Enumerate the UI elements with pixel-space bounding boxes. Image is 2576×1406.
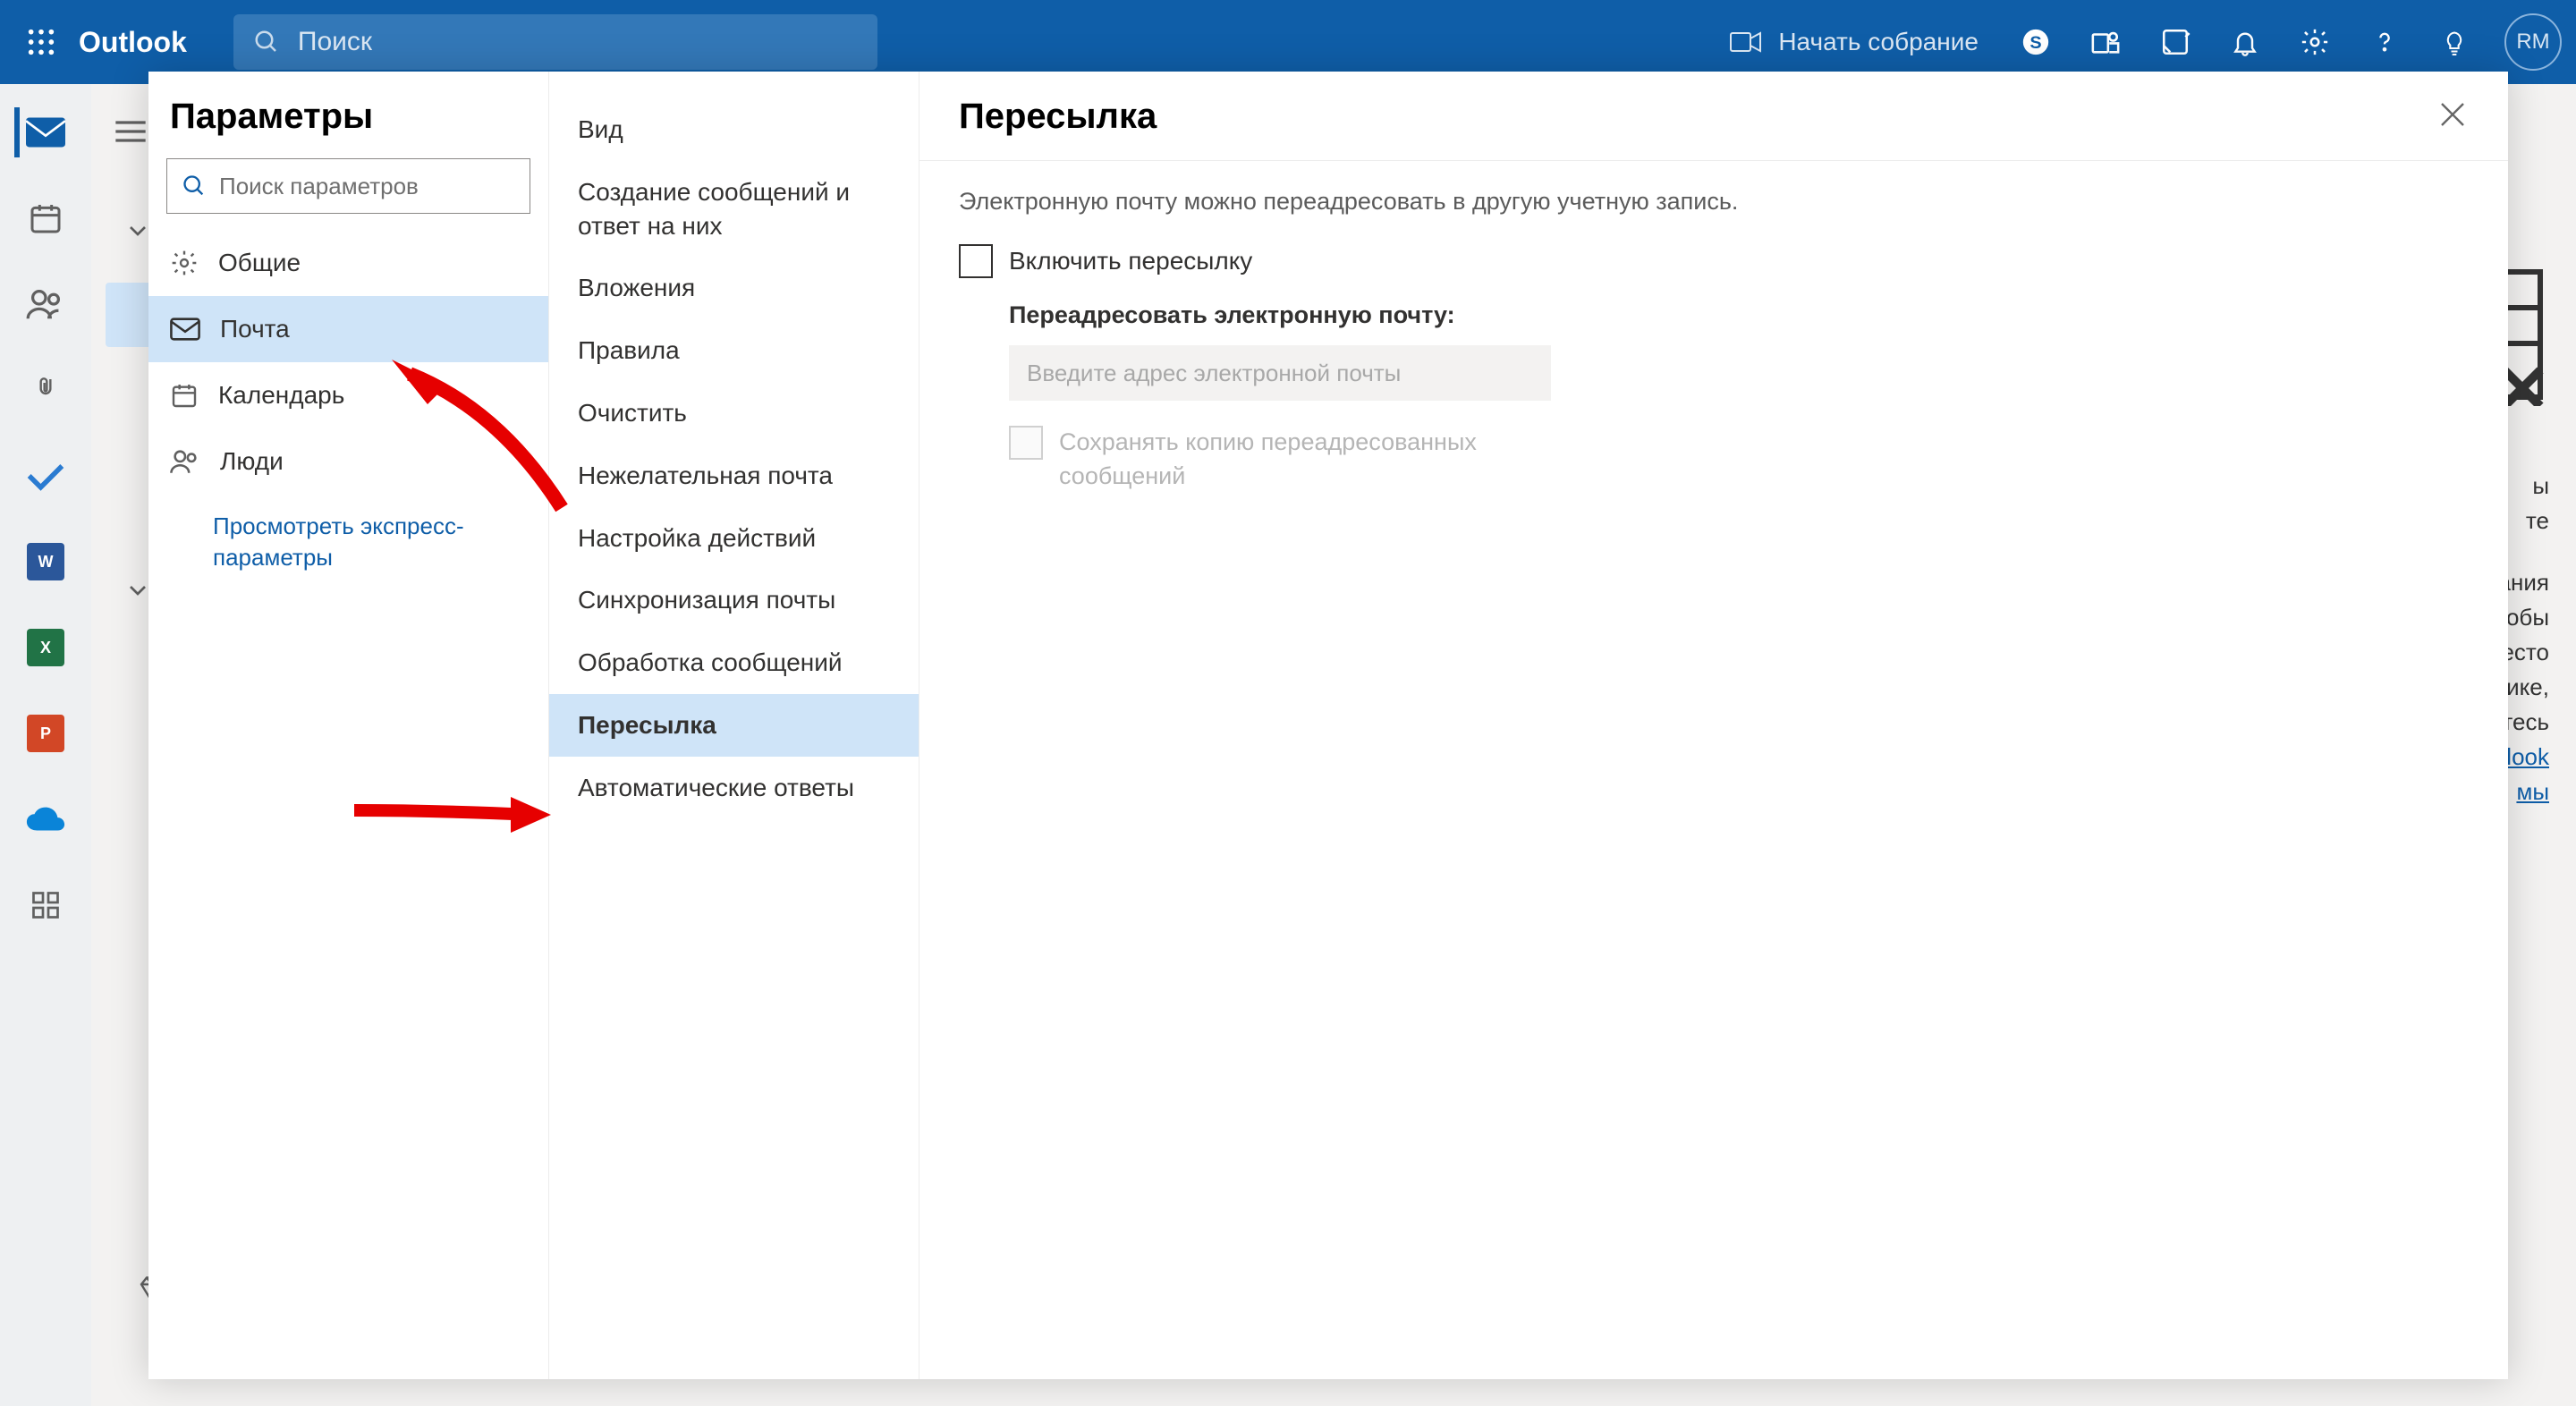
rail-powerpoint-icon[interactable]: P (14, 708, 77, 758)
subnav-customize[interactable]: Настройка действий (549, 507, 919, 570)
rail-more-apps-icon[interactable] (14, 880, 77, 930)
people-icon (170, 448, 200, 475)
settings-detail-pane: Пересылка Электронную почту можно переад… (919, 72, 2508, 1379)
subnav-junk[interactable]: Нежелательная почта (549, 445, 919, 507)
forward-to-label: Переадресовать электронную почту: (1009, 301, 2469, 329)
keep-copy-label: Сохранять копию переадресованных сообщен… (1059, 426, 1524, 494)
nav-collapse-icon[interactable] (113, 118, 148, 149)
search-box[interactable]: Поиск (233, 14, 877, 70)
app-launcher-icon[interactable] (14, 15, 68, 69)
rail-excel-icon[interactable]: X (14, 623, 77, 673)
enable-forwarding-label: Включить пересылку (1009, 247, 1252, 275)
brand-label[interactable]: Outlook (79, 26, 187, 59)
subnav-compose[interactable]: Создание сообщений и ответ на них (549, 161, 919, 258)
help-icon[interactable] (2358, 15, 2411, 69)
search-placeholder: Поиск (298, 27, 372, 57)
account-avatar[interactable]: RM (2504, 13, 2562, 71)
subnav-attachments[interactable]: Вложения (549, 257, 919, 319)
settings-title: Параметры (148, 97, 548, 158)
calendar-icon (170, 381, 199, 410)
subnav-autoreply[interactable]: Автоматические ответы (549, 757, 919, 819)
category-calendar[interactable]: Календарь (148, 362, 548, 428)
enable-forwarding-checkbox[interactable] (959, 244, 993, 278)
subnav-forwarding[interactable]: Пересылка (549, 694, 919, 757)
header-right: Начать собрание S RM (1716, 13, 2562, 71)
subnav-layout[interactable]: Вид (549, 98, 919, 161)
svg-text:S: S (2029, 33, 2041, 53)
rail-calendar-icon[interactable] (14, 193, 77, 243)
skype-icon[interactable]: S (2009, 15, 2063, 69)
search-icon (182, 174, 207, 199)
settings-categories: Параметры Поиск параметров Общие Почта К… (148, 72, 549, 1379)
tips-icon[interactable] (2428, 15, 2481, 69)
start-meeting-button[interactable]: Начать собрание (1716, 21, 1993, 64)
video-icon (1730, 30, 1762, 55)
search-icon (253, 29, 280, 55)
close-icon[interactable] (2436, 98, 2476, 138)
enable-forwarding-row: Включить пересылку (959, 244, 2469, 278)
pane-title: Пересылка (959, 97, 2469, 137)
settings-icon[interactable] (2288, 15, 2342, 69)
subnav-rules[interactable]: Правила (549, 319, 919, 382)
gear-icon (170, 249, 199, 277)
keep-copy-checkbox (1009, 426, 1043, 460)
rail-todo-icon[interactable] (14, 451, 77, 501)
quick-settings-link[interactable]: Просмотреть экспресс-параметры (148, 495, 548, 573)
rail-word-icon[interactable]: W (14, 537, 77, 587)
category-people[interactable]: Люди (148, 428, 548, 495)
pane-description: Электронную почту можно переадресовать в… (959, 188, 2469, 216)
rail-people-icon[interactable] (14, 279, 77, 329)
rail-onedrive-icon[interactable] (14, 794, 77, 844)
category-mail[interactable]: Почта (148, 296, 548, 362)
notes-icon[interactable] (2148, 15, 2202, 69)
settings-search-input[interactable]: Поиск параметров (166, 158, 530, 214)
subnav-sync[interactable]: Синхронизация почты (549, 569, 919, 631)
settings-subnav: Вид Создание сообщений и ответ на них Вл… (549, 72, 919, 1379)
settings-dialog: Параметры Поиск параметров Общие Почта К… (148, 72, 2508, 1379)
category-general[interactable]: Общие (148, 230, 548, 296)
subnav-handling[interactable]: Обработка сообщений (549, 631, 919, 694)
notifications-icon[interactable] (2218, 15, 2272, 69)
mail-icon (170, 318, 200, 341)
rail-mail-icon[interactable] (14, 107, 77, 157)
promo-link-plans[interactable]: мы (2516, 778, 2549, 805)
teams-icon[interactable] (2079, 15, 2132, 69)
keep-copy-row: Сохранять копию переадресованных сообщен… (1009, 426, 2469, 494)
app-rail: W X P (0, 84, 91, 1406)
forward-email-input[interactable]: Введите адрес электронной почты (1009, 345, 1551, 401)
subnav-sweep[interactable]: Очистить (549, 382, 919, 445)
rail-files-icon[interactable] (14, 365, 77, 415)
